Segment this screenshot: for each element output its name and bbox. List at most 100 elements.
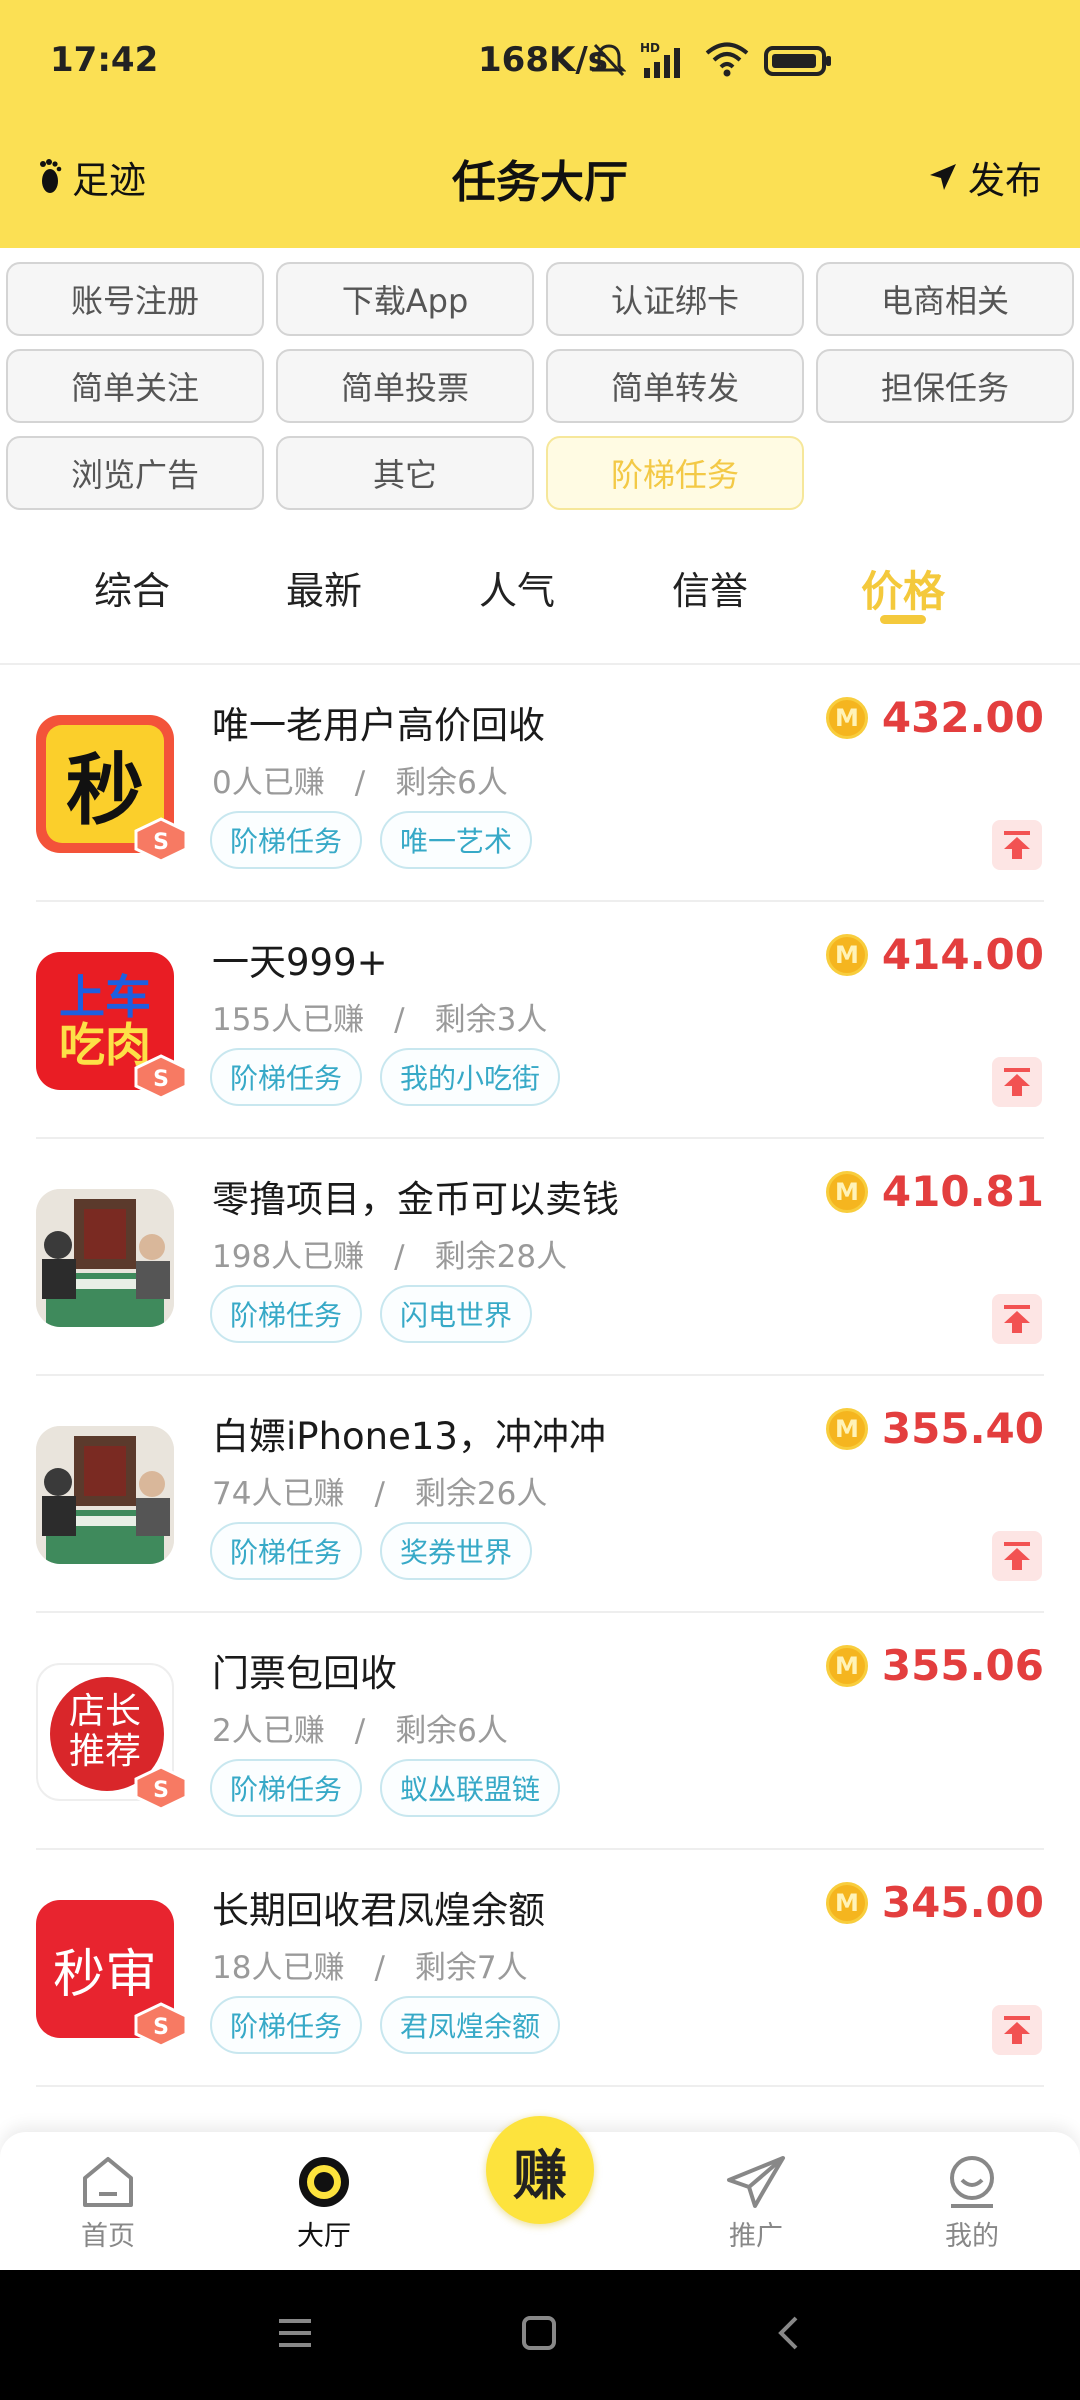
coin-icon: M bbox=[825, 1881, 868, 1924]
publish-button[interactable]: 发布 bbox=[928, 150, 1042, 204]
pin-top-button[interactable] bbox=[992, 1057, 1042, 1107]
tab-popularity[interactable]: 人气 bbox=[437, 560, 597, 615]
svg-text:S: S bbox=[153, 830, 169, 855]
category-button[interactable]: 账号注册 bbox=[6, 262, 264, 336]
pin-top-button[interactable] bbox=[992, 1531, 1042, 1581]
coin-icon: M bbox=[825, 1170, 868, 1213]
task-title: 长期回收君凤煌余额 bbox=[212, 1889, 545, 1932]
task-tag[interactable]: 闪电世界 bbox=[380, 1285, 533, 1343]
task-tag[interactable]: 阶梯任务 bbox=[210, 1048, 363, 1106]
bottom-nav: 首页 大厅 赚 推广 我的 bbox=[0, 2116, 1080, 2270]
category-button[interactable]: 简单转发 bbox=[546, 349, 804, 423]
earned-count: 155人已赚 bbox=[212, 1002, 365, 1038]
task-tag[interactable]: 唯一艺术 bbox=[380, 811, 533, 869]
icon-text: 秒 bbox=[65, 745, 144, 836]
task-row[interactable]: 秒 S 唯一老用户高价回收 0人已赚 / 剩余6人 阶梯任务 唯一艺术 M 432.… bbox=[36, 665, 1044, 902]
price-value: 345.00 bbox=[881, 1878, 1044, 1927]
task-price: M 432.00 bbox=[825, 693, 1044, 742]
photo-scene bbox=[36, 1189, 174, 1327]
task-list: 秒 S 唯一老用户高价回收 0人已赚 / 剩余6人 阶梯任务 唯一艺术 M 432.… bbox=[0, 665, 1080, 2087]
nav-home[interactable]: 首页 bbox=[38, 2154, 178, 2253]
task-tag[interactable]: 蚁丛联盟链 bbox=[380, 1759, 561, 1817]
task-price: M 355.06 bbox=[825, 1641, 1044, 1690]
earned-count: 2人已赚 bbox=[212, 1713, 325, 1749]
task-meta: 74人已赚 / 剩余26人 bbox=[212, 1476, 548, 1512]
task-tag[interactable]: 阶梯任务 bbox=[210, 1996, 363, 2054]
header: 17:42 168K/s HD 足迹 任务大厅 发布 bbox=[0, 0, 1080, 248]
task-tag[interactable]: 阶梯任务 bbox=[210, 1522, 363, 1580]
wifi-icon bbox=[705, 42, 749, 77]
nav-hall[interactable]: 大厅 bbox=[254, 2154, 394, 2253]
publish-label: 发布 bbox=[968, 159, 1042, 202]
nav-promote-label: 推广 bbox=[729, 2221, 783, 2252]
task-tag[interactable]: 我的小吃街 bbox=[380, 1048, 561, 1106]
back-chevron-icon[interactable] bbox=[774, 2315, 804, 2351]
arrow-up-icon bbox=[1004, 1542, 1030, 1570]
smile-face-icon bbox=[950, 2156, 994, 2208]
level-badge-icon: S bbox=[134, 1765, 188, 1811]
task-row[interactable]: 秒审 S 长期回收君凤煌余额 18人已赚 / 剩余7人 阶梯任务 君凤煌余额 M 3… bbox=[36, 1850, 1044, 2087]
nav-mine[interactable]: 我的 bbox=[902, 2154, 1042, 2253]
category-button[interactable]: 认证绑卡 bbox=[546, 262, 804, 336]
task-meta: 0人已赚 / 剩余6人 bbox=[212, 765, 508, 801]
battery-icon bbox=[764, 46, 831, 76]
category-button-active[interactable]: 阶梯任务 bbox=[546, 436, 804, 510]
status-time: 17:42 bbox=[50, 40, 159, 80]
task-tag[interactable]: 阶梯任务 bbox=[210, 1285, 363, 1343]
miaoshen-icon: 秒审 S bbox=[36, 1900, 188, 2048]
category-button[interactable]: 下载App bbox=[276, 262, 534, 336]
task-row[interactable]: 白嫖iPhone13，冲冲冲 74人已赚 / 剩余26人 阶梯任务 奖券世界 M 3… bbox=[36, 1376, 1044, 1613]
task-price: M 345.00 bbox=[825, 1878, 1044, 1927]
task-title: 唯一老用户高价回收 bbox=[212, 704, 545, 747]
task-price: M 410.81 bbox=[825, 1167, 1044, 1216]
pin-top-button[interactable] bbox=[992, 820, 1042, 870]
level-badge-icon: S bbox=[134, 817, 188, 863]
earn-button[interactable]: 赚 bbox=[486, 2116, 594, 2224]
pin-top-button[interactable] bbox=[992, 2005, 1042, 2055]
task-title: 零撸项目，金币可以卖钱 bbox=[212, 1178, 619, 1221]
system-nav-bar bbox=[0, 2270, 1080, 2400]
task-row[interactable]: 零撸项目，金币可以卖钱 198人已赚 / 剩余28人 阶梯任务 闪电世界 M 410… bbox=[36, 1139, 1044, 1376]
arrow-up-icon bbox=[1004, 2016, 1030, 2044]
category-button[interactable]: 简单关注 bbox=[6, 349, 264, 423]
miao-icon: 秒 S bbox=[36, 715, 188, 863]
task-row[interactable]: 上车 吃肉 S 一天999+ 155人已赚 / 剩余3人 阶梯任务 我的小吃街 M … bbox=[36, 902, 1044, 1139]
remaining-count: 剩余26人 bbox=[414, 1476, 548, 1512]
coin-icon: M bbox=[825, 1644, 868, 1687]
tab-reputation[interactable]: 信誉 bbox=[630, 560, 790, 615]
task-tags: 阶梯任务 闪电世界 bbox=[210, 1285, 533, 1343]
task-row[interactable]: 店长 推荐 S 门票包回收 2人已赚 / 剩余6人 阶梯任务 蚁丛联盟链 M 355… bbox=[36, 1613, 1044, 1850]
task-tag[interactable]: 奖券世界 bbox=[380, 1522, 533, 1580]
page-title: 任务大厅 bbox=[452, 157, 628, 208]
task-tags: 阶梯任务 奖券世界 bbox=[210, 1522, 533, 1580]
task-tag[interactable]: 君凤煌余额 bbox=[380, 1996, 561, 2054]
nav-promote[interactable]: 推广 bbox=[686, 2154, 826, 2253]
task-price: M 414.00 bbox=[825, 930, 1044, 979]
tab-price[interactable]: 价格 bbox=[823, 558, 983, 619]
active-tab-indicator bbox=[880, 615, 926, 624]
arrow-up-icon bbox=[1004, 1068, 1030, 1096]
price-value: 414.00 bbox=[881, 930, 1044, 979]
recent-apps-icon[interactable] bbox=[276, 2315, 314, 2351]
task-tag[interactable]: 阶梯任务 bbox=[210, 811, 363, 869]
category-button[interactable]: 担保任务 bbox=[816, 349, 1074, 423]
photo-avatar-icon bbox=[36, 1189, 174, 1327]
arrow-up-icon bbox=[1004, 831, 1030, 859]
task-title: 白嫖iPhone13，冲冲冲 bbox=[212, 1415, 606, 1458]
category-button[interactable]: 电商相关 bbox=[816, 262, 1074, 336]
tab-newest[interactable]: 最新 bbox=[244, 560, 404, 615]
shangche-chirou-icon: 上车 吃肉 S bbox=[36, 952, 188, 1100]
task-meta: 155人已赚 / 剩余3人 bbox=[212, 1002, 548, 1038]
category-button[interactable]: 简单投票 bbox=[276, 349, 534, 423]
category-button[interactable]: 浏览广告 bbox=[6, 436, 264, 510]
category-button[interactable]: 其它 bbox=[276, 436, 534, 510]
tab-comprehensive[interactable]: 综合 bbox=[52, 560, 212, 615]
price-value: 410.81 bbox=[881, 1167, 1044, 1216]
icon-text: 秒审 bbox=[52, 1944, 157, 2005]
pin-top-button[interactable] bbox=[992, 1294, 1042, 1344]
earned-count: 0人已赚 bbox=[212, 765, 325, 801]
home-square-icon[interactable] bbox=[521, 2315, 557, 2351]
sort-tabs: 综合 最新 人气 信誉 价格 bbox=[0, 530, 1080, 665]
task-tag[interactable]: 阶梯任务 bbox=[210, 1759, 363, 1817]
level-badge-icon: S bbox=[134, 1054, 188, 1100]
